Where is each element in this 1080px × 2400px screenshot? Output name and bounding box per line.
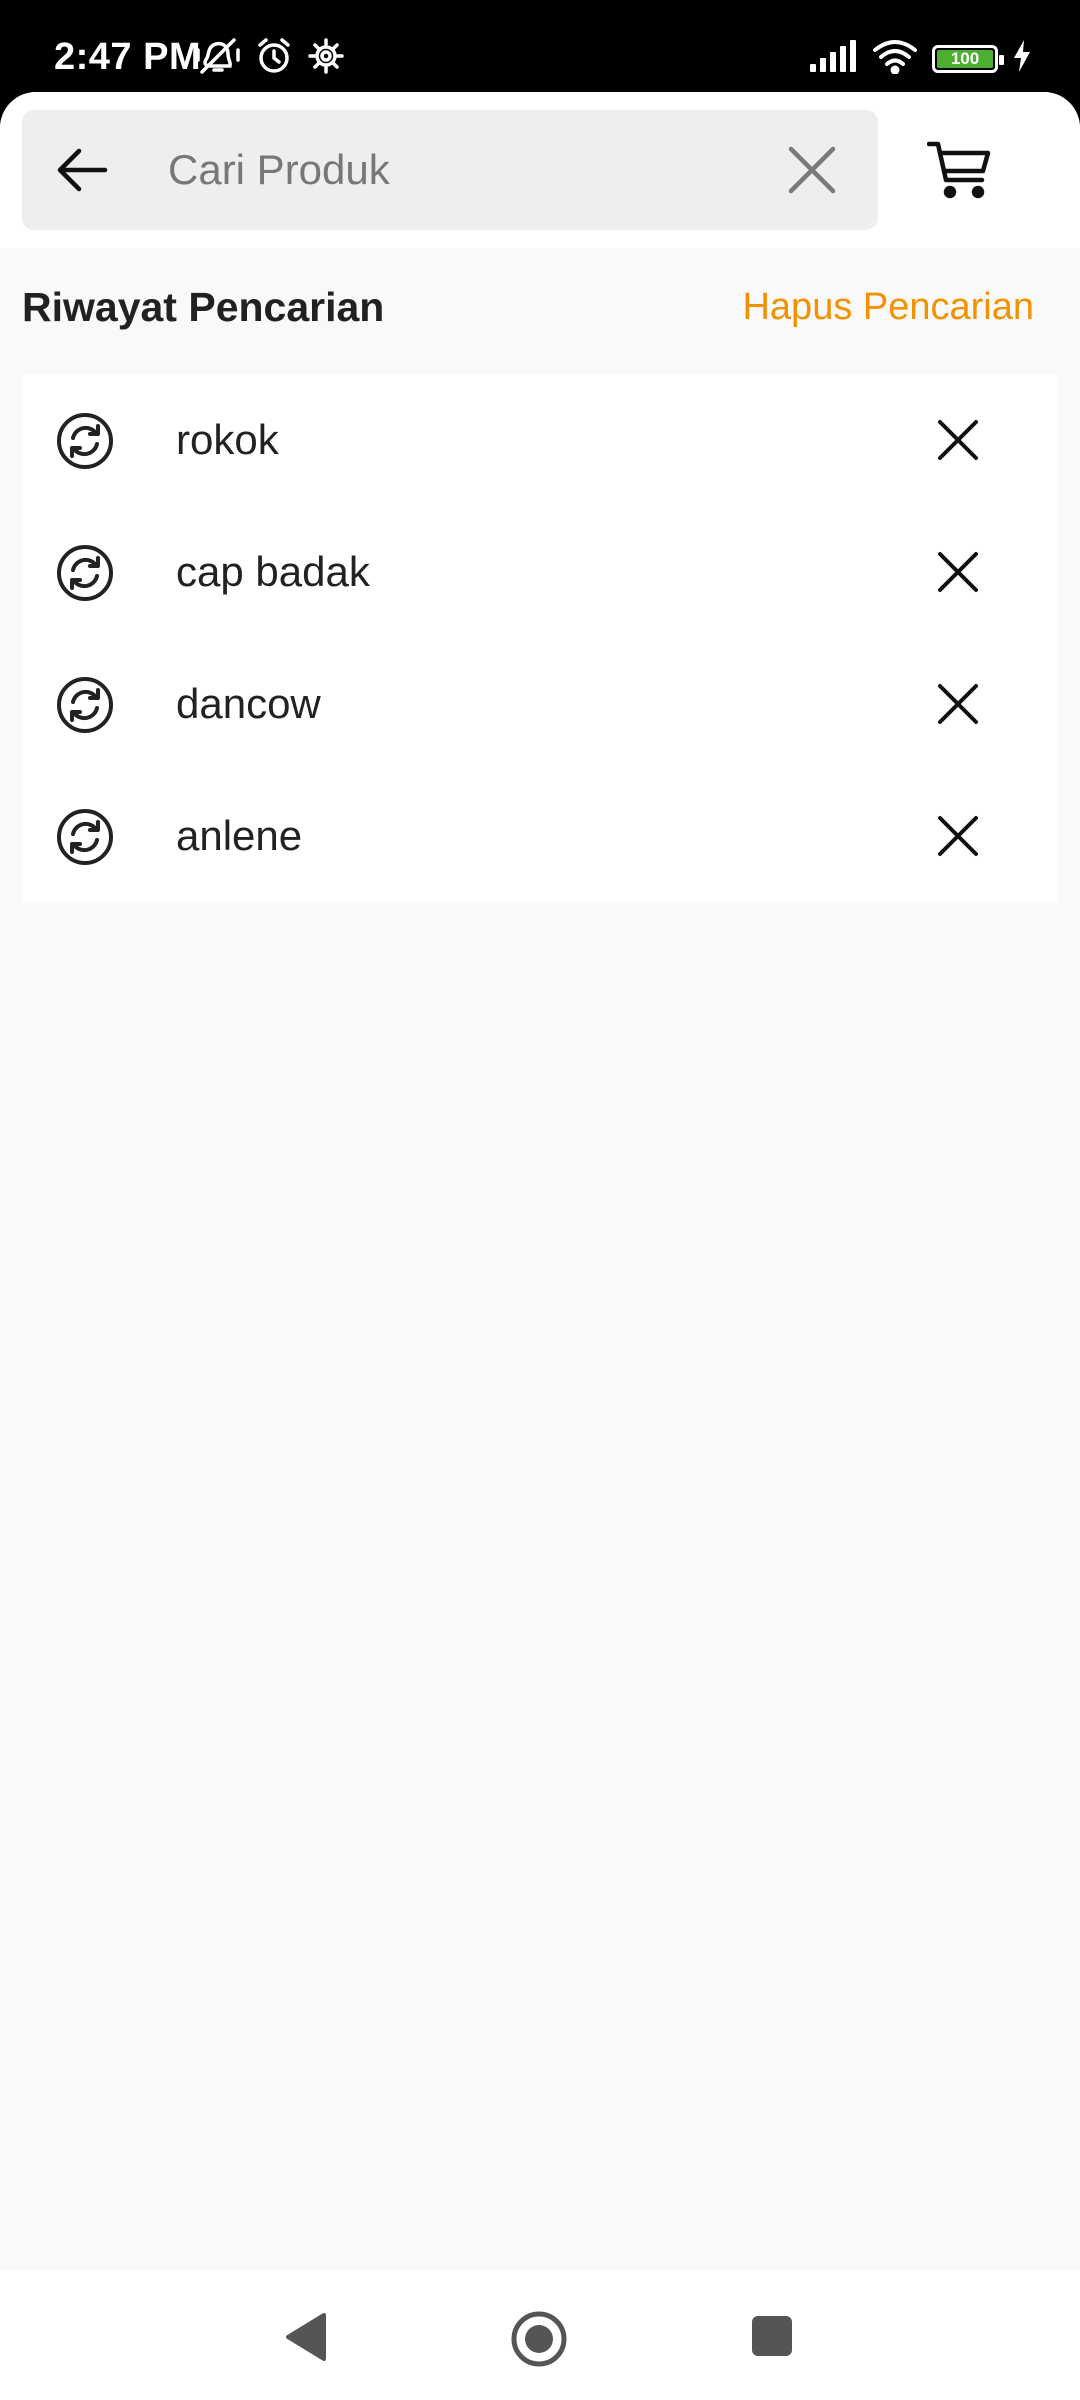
cart-button[interactable] [924,138,996,202]
history-refresh-icon [57,545,113,601]
history-item-label: anlene [176,812,303,859]
battery-icon: 100 [932,44,1004,73]
search-screen: Riwayat Pencarian Hapus Pencarian rokok [0,92,1080,2270]
history-item[interactable]: dancow [22,638,1058,770]
battery-level: 100 [950,49,980,68]
nav-recents-icon[interactable] [752,2316,792,2356]
history-refresh-icon [57,677,113,733]
search-box[interactable] [22,110,878,230]
back-button[interactable] [52,140,112,200]
history-refresh-icon [57,809,113,865]
close-icon [938,684,978,724]
history-header: Riwayat Pencarian Hapus Pencarian [0,248,1080,364]
battery-fill: 100 [937,49,993,68]
history-refresh-icon [57,413,113,469]
remove-history-button[interactable] [930,544,986,600]
vibrate-off-icon [196,36,242,81]
signal-icon [810,40,858,77]
arrow-left-icon [57,148,108,192]
clear-search-button[interactable] [782,140,842,200]
remove-history-button[interactable] [930,808,986,864]
close-icon [938,552,978,592]
history-item[interactable]: cap badak [22,506,1058,638]
wifi-icon [872,38,918,79]
history-item[interactable]: rokok [22,374,1058,506]
history-item-label: rokok [176,416,279,463]
system-nav-bar [0,2270,1080,2400]
alarm-icon [254,36,294,81]
cart-icon [927,141,991,199]
status-time: 2:47 PM [54,36,202,78]
charging-icon [1012,40,1032,77]
close-icon [938,420,978,460]
status-left-icons [196,36,346,81]
clear-history-button[interactable]: Hapus Pencarian [742,286,1034,329]
remove-history-button[interactable] [930,412,986,468]
status-right-icons: 100 [810,38,1032,79]
close-icon [788,146,836,194]
search-input[interactable] [168,132,768,208]
history-item[interactable]: anlene [22,770,1058,902]
history-title: Riwayat Pencarian [22,284,385,330]
remove-history-button[interactable] [930,676,986,732]
close-icon [938,816,978,856]
search-header [0,92,1080,248]
settings-icon [306,36,346,81]
history-list: rokok cap badak dancow anlene [22,374,1058,902]
nav-home-icon[interactable] [510,2310,568,2368]
history-item-label: dancow [176,680,321,727]
history-item-label: cap badak [176,548,370,595]
nav-back-icon[interactable] [284,2312,328,2362]
